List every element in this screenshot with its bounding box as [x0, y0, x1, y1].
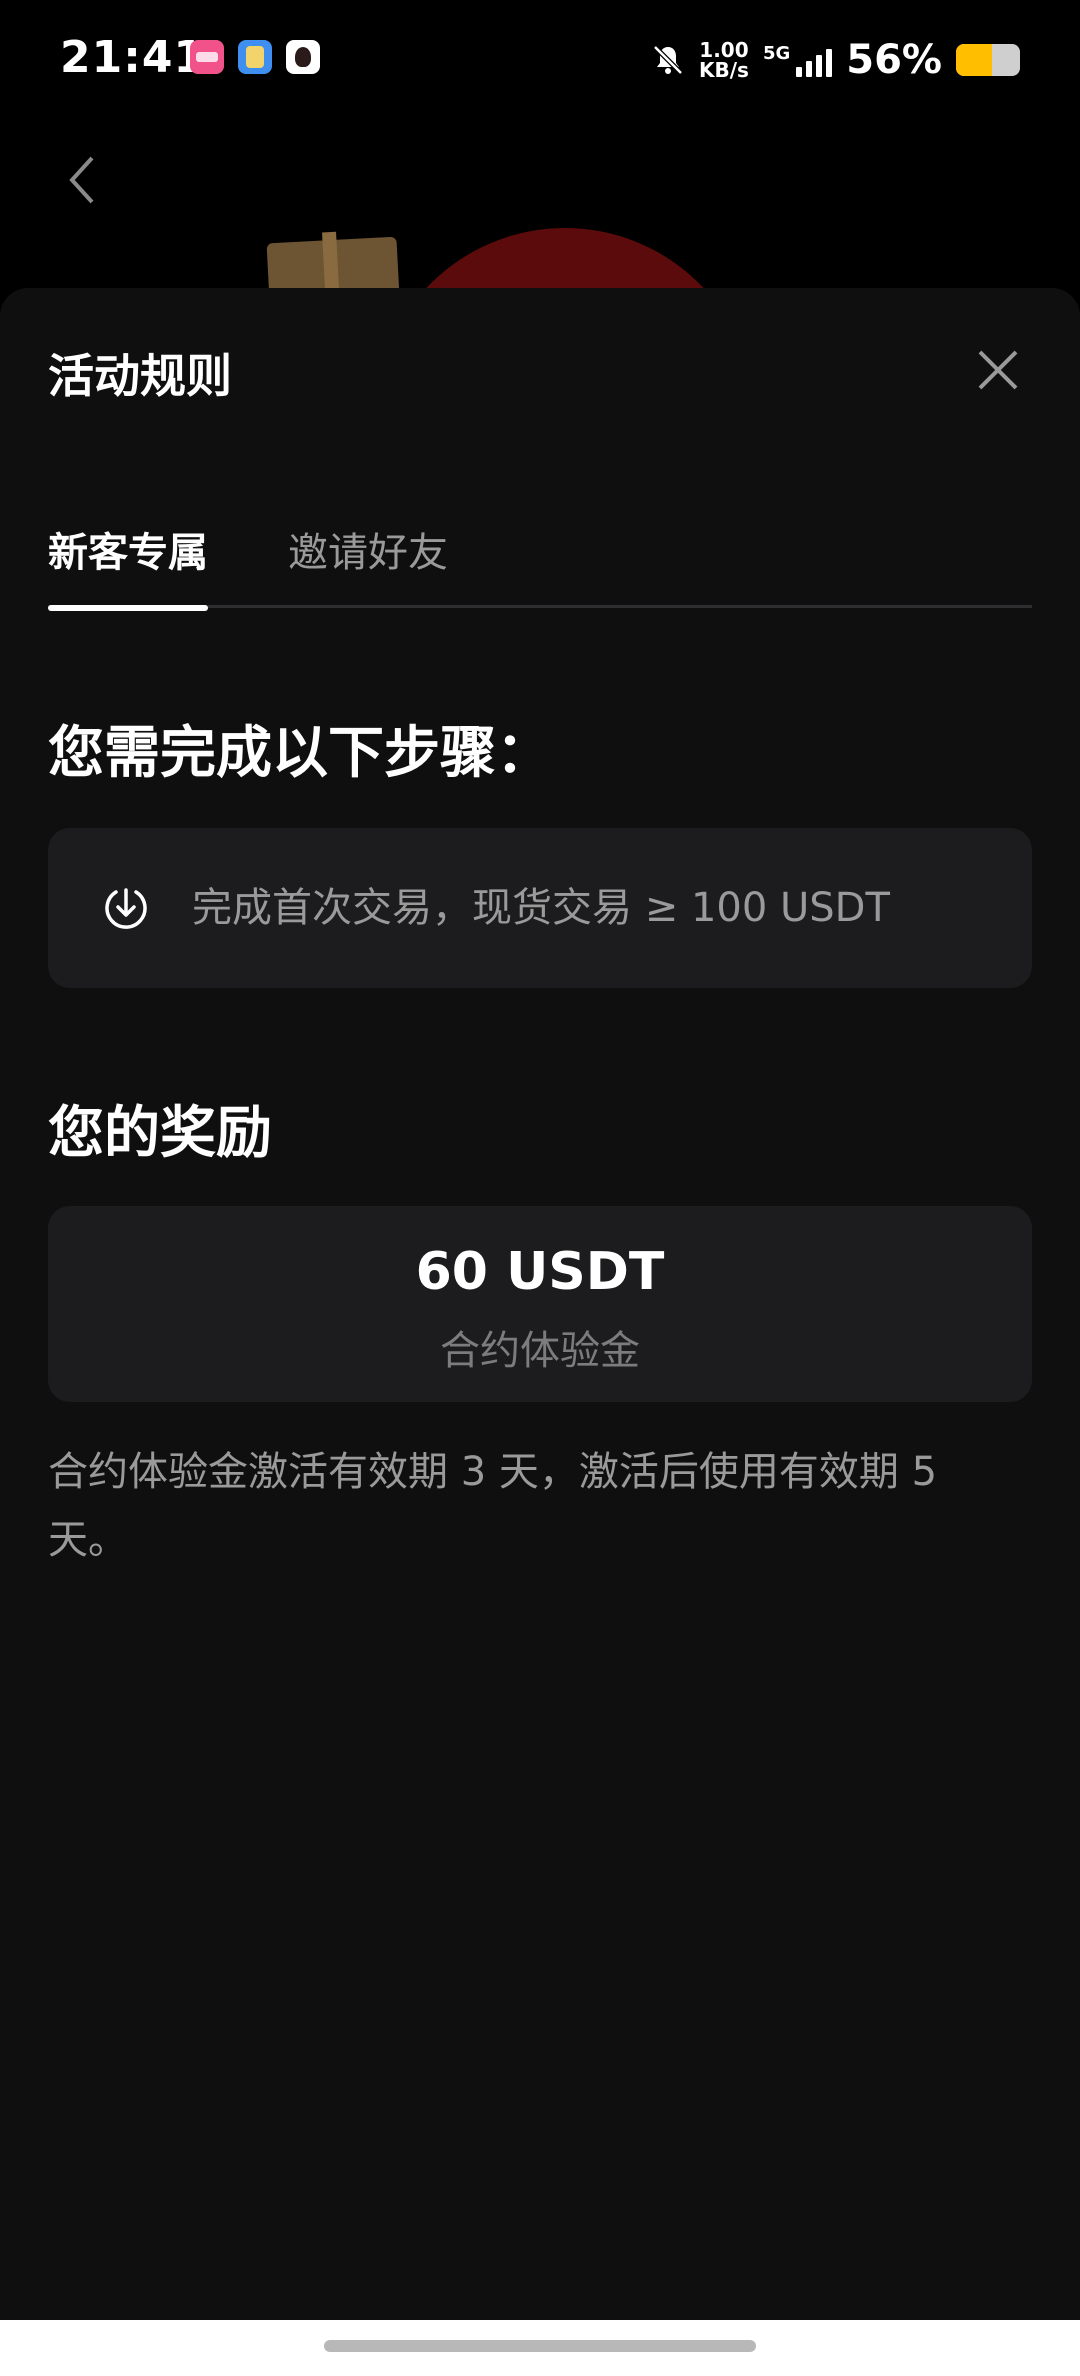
app-icon-3	[286, 40, 320, 74]
reward-amount: 60 USDT	[415, 1242, 665, 1302]
close-icon[interactable]	[974, 346, 1022, 394]
screen: 21:41 1.00 KB/s 5G 56% 活动规则 新客专属 邀请好友 您需…	[0, 0, 1080, 2376]
network-type: 5G	[762, 43, 791, 64]
app-icon-1	[190, 40, 224, 74]
rules-sheet: 活动规则 新客专属 邀请好友 您需完成以下步骤： 完成首次交易，现货交易 ≥ 1…	[0, 288, 1080, 2320]
battery-percent: 56%	[846, 37, 942, 83]
status-time: 21:41	[60, 32, 206, 83]
network-speed: 1.00 KB/s	[699, 40, 749, 80]
status-bar: 21:41 1.00 KB/s 5G 56%	[0, 0, 1080, 118]
tab-bar: 新客专属 邀请好友	[48, 508, 1032, 611]
reward-card: 60 USDT 合约体验金	[48, 1206, 1032, 1402]
rewards-heading: 您的奖励	[48, 1101, 272, 1166]
battery-icon	[956, 44, 1020, 76]
reward-label: 合约体验金	[440, 1328, 640, 1374]
status-right: 1.00 KB/s 5G 56%	[651, 30, 1020, 90]
battery-fill	[956, 44, 992, 76]
network-speed-value: 1.00	[699, 38, 749, 62]
signal-icon: 5G	[762, 43, 833, 77]
step-card: 完成首次交易，现货交易 ≥ 100 USDT	[48, 828, 1032, 988]
app-icon-2	[238, 40, 272, 74]
network-speed-unit: KB/s	[698, 58, 749, 82]
chevron-left-icon[interactable]	[62, 150, 102, 210]
tab-new-customer[interactable]: 新客专属	[48, 508, 208, 611]
reward-note: 合约体验金激活有效期 3 天，激活后使用有效期 5 天。	[48, 1449, 938, 1563]
step-text: 完成首次交易，现货交易 ≥ 100 USDT	[192, 885, 890, 931]
sheet-title: 活动规则	[48, 349, 232, 403]
steps-heading: 您需完成以下步骤：	[48, 721, 552, 786]
tab-invite-friends[interactable]: 邀请好友	[288, 508, 448, 598]
home-indicator[interactable]	[324, 2340, 756, 2352]
bell-muted-icon	[653, 45, 683, 75]
download-circle-icon	[105, 888, 147, 929]
